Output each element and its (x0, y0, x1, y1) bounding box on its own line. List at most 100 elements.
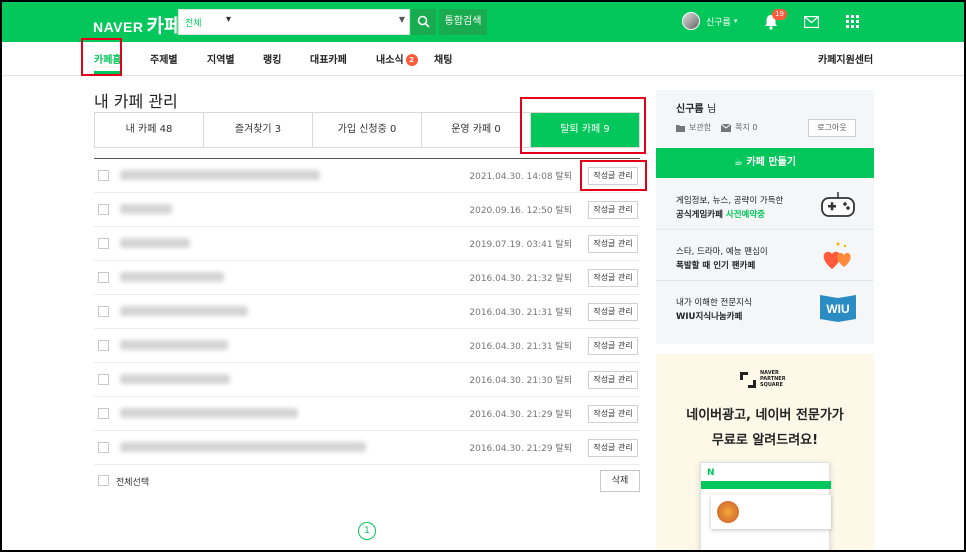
make-cafe-button[interactable]: ☕ 카페 만들기 (656, 148, 874, 178)
scope-dropdown-icon[interactable]: ▾ (226, 14, 231, 25)
search-button[interactable] (411, 9, 436, 35)
top-bar: NAVER 카페 전체 ▾ ▼ 통합검색 신구름 ▾ 19 (2, 2, 964, 42)
gamepad-icon (821, 192, 855, 217)
cafe-name-blurred[interactable] (120, 272, 224, 282)
avatar (682, 12, 700, 30)
side-username-text: 신구름 (676, 104, 704, 115)
tab-favorites[interactable]: 즐겨찾기 3 (204, 113, 313, 147)
cafe-name-blurred[interactable] (120, 374, 230, 384)
cafe-name-blurred[interactable] (120, 204, 172, 214)
promo-wiu-cafe[interactable]: 내가 이해한 전문지식 WIU지식나눔카페 WIU (656, 282, 874, 332)
row-checkbox[interactable] (98, 442, 109, 453)
manage-posts-button[interactable]: 작성글 관리 (588, 201, 638, 219)
nav-chat[interactable]: 채팅 (434, 51, 452, 66)
promo-fan-cafe[interactable]: 스타, 드라마, 예능 팬심이 폭발할 때 인기 팬카페 (656, 231, 874, 281)
promo-line2: 공식게임카페 사전예약중 (676, 208, 765, 220)
highlight-box-left-cafe-tab (520, 97, 646, 154)
cafe-cup-icon: ☕ (734, 157, 743, 168)
naver-cafe-logo[interactable]: NAVER 카페 (93, 11, 181, 38)
manage-posts-button[interactable]: 작성글 관리 (588, 303, 638, 321)
manage-posts-button[interactable]: 작성글 관리 (588, 439, 638, 457)
profile-menu[interactable]: 신구름 ▾ (682, 12, 737, 30)
news-badge: 2 (405, 54, 418, 66)
brand-line: SQUARE (760, 382, 783, 388)
row-checkbox[interactable] (98, 238, 109, 249)
cafe-name-blurred[interactable] (120, 238, 190, 248)
partner-square-wordmark: NAVER PARTNER SQUARE (760, 370, 786, 388)
search-box: 전체 ▾ ▼ (178, 9, 410, 35)
left-date: 2016.04.30. 21:32 탈퇴 (469, 274, 572, 284)
wiu-label: WIU (826, 302, 849, 316)
page-title: 내 카페 관리 (94, 92, 178, 111)
row-checkbox[interactable] (98, 170, 109, 181)
select-all-checkbox[interactable] (98, 475, 109, 486)
partner-square-ad[interactable]: NAVER PARTNER SQUARE 네이버광고, 네이버 전문가가 무료로… (656, 354, 874, 550)
row-checkbox[interactable] (98, 374, 109, 385)
row-checkbox[interactable] (98, 408, 109, 419)
left-date: 2016.04.30. 21:31 탈퇴 (469, 308, 572, 318)
manage-posts-button[interactable]: 작성글 관리 (588, 337, 638, 355)
row-checkbox[interactable] (98, 306, 109, 317)
logout-button[interactable]: 로그아웃 (808, 119, 856, 137)
nav-my-news-label: 내소식 (376, 55, 404, 66)
highlight-box-cafe-home (81, 38, 122, 76)
manage-posts-button[interactable]: 작성글 관리 (588, 371, 638, 389)
memo-link[interactable]: 쪽지 0 (735, 122, 757, 133)
tab-managed-cafe[interactable]: 운영 카페 0 (422, 113, 531, 147)
promo-line2-main: 공식게임카페 (676, 210, 726, 220)
row-checkbox[interactable] (98, 204, 109, 215)
left-date: 2019.07.19. 03:41 탈퇴 (469, 240, 572, 250)
search-history-arrow-icon[interactable]: ▼ (399, 15, 405, 24)
manage-posts-button[interactable]: 작성글 관리 (588, 405, 638, 423)
user-side-panel: 신구름 님 보관함 쪽지 0 로그아웃 ☕ 카페 만들기 게임정보, 뉴스, 공… (656, 90, 874, 344)
search-scope-select[interactable]: 전체 (185, 16, 202, 29)
apps-grid-icon[interactable] (846, 15, 859, 28)
table-row: 2016.04.30. 21:32 탈퇴 작성글 관리 (94, 261, 640, 295)
nav-by-region[interactable]: 지역별 (207, 51, 235, 66)
promo-line1: 게임정보, 뉴스, 공략이 가득한 (676, 196, 784, 206)
nav-ranking[interactable]: 랭킹 (263, 51, 281, 66)
tab-pending-join[interactable]: 가입 신청중 0 (313, 113, 422, 147)
notification-badge: 19 (772, 9, 787, 20)
cafe-name-blurred[interactable] (120, 170, 320, 180)
promo-game-cafe[interactable]: 게임정보, 뉴스, 공략이 가득한 공식게임카페 사전예약중 (656, 180, 874, 230)
sub-navigation: 카페홈 주제별 지역별 랭킹 대표카페 내소식 2 채팅 카페지원센터 (2, 38, 964, 76)
left-date: 2016.04.30. 21:29 탈퇴 (469, 410, 572, 420)
storage-link[interactable]: 보관함 (689, 122, 711, 133)
select-all-label[interactable]: 전체선택 (116, 475, 149, 488)
manage-posts-button[interactable]: 작성글 관리 (588, 235, 638, 253)
folder-icon (676, 124, 685, 132)
chevron-down-icon: ▾ (733, 17, 738, 25)
total-search-button[interactable]: 통합검색 (439, 9, 487, 35)
delete-button[interactable]: 삭제 (600, 470, 640, 492)
cafe-name-blurred[interactable] (120, 442, 366, 452)
table-row: 2016.04.30. 21:29 탈퇴 작성글 관리 (94, 397, 640, 431)
side-username-suffix: 님 (707, 104, 717, 115)
nav-support-center[interactable]: 카페지원센터 (818, 51, 873, 66)
search-input[interactable] (241, 13, 381, 31)
table-row: 2016.04.30. 21:30 탈퇴 작성글 관리 (94, 363, 640, 397)
ad-headline-1: 네이버광고, 네이버 전문가가 (686, 408, 844, 423)
naver-n-icon: N (707, 468, 715, 478)
row-checkbox[interactable] (98, 340, 109, 351)
tab-my-cafe[interactable]: 내 카페 48 (95, 113, 204, 147)
hearts-icon (823, 242, 851, 269)
make-cafe-label: 카페 만들기 (746, 157, 796, 168)
partner-square-logo-icon (740, 372, 756, 388)
page-number-current[interactable]: 1 (358, 522, 376, 540)
side-username: 신구름 님 (676, 100, 716, 115)
ad-headline-2: 무료로 알려드려요! (711, 433, 819, 448)
table-row: 2019.07.19. 03:41 탈퇴 작성글 관리 (94, 227, 640, 261)
mail-icon[interactable] (804, 16, 819, 28)
row-checkbox[interactable] (98, 272, 109, 283)
logo-cafe-text: 카페 (146, 15, 182, 37)
cafe-name-blurred[interactable] (120, 306, 248, 316)
promo-line1: 내가 이해한 전문지식 (676, 298, 752, 308)
nav-my-news[interactable]: 내소식 2 (376, 51, 418, 66)
cafe-name-blurred[interactable] (120, 340, 228, 350)
cafe-name-blurred[interactable] (120, 408, 298, 418)
nav-by-topic[interactable]: 주제별 (150, 51, 178, 66)
manage-posts-button[interactable]: 작성글 관리 (588, 269, 638, 287)
table-row: 2016.04.30. 21:31 탈퇴 작성글 관리 (94, 329, 640, 363)
nav-featured-cafe[interactable]: 대표카페 (310, 51, 347, 66)
